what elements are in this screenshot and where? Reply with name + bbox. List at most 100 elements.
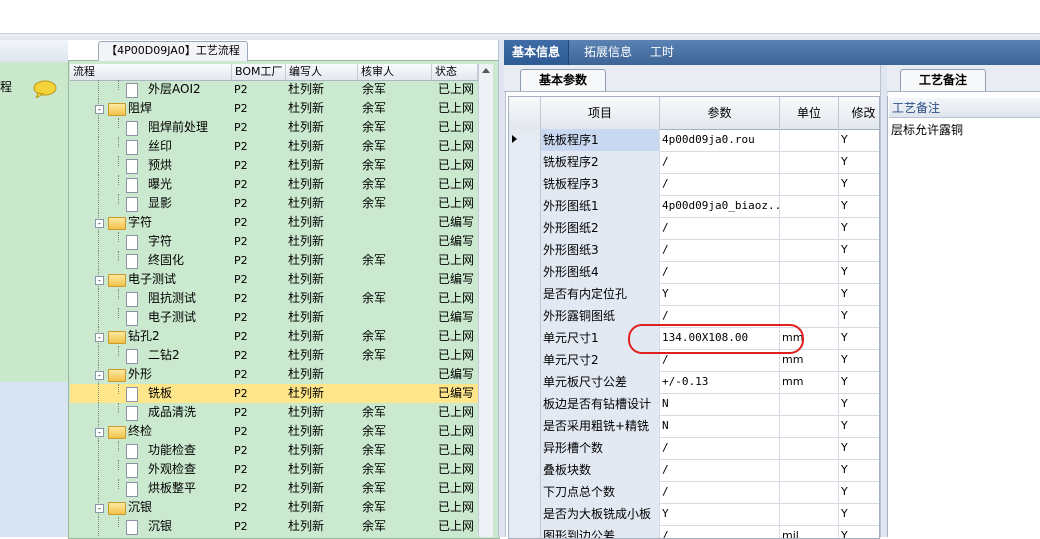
col-bom[interactable]: BOM工厂 [232,64,286,80]
collapse-toggle-icon[interactable]: - [95,276,104,285]
param-row[interactable]: 板边是否有钻槽设计 N Y [509,393,879,416]
param-value[interactable]: / [660,437,780,459]
collapse-toggle-icon[interactable]: - [95,105,104,114]
param-unit[interactable] [780,173,839,195]
col-status[interactable]: 状态 [432,64,478,80]
col-item[interactable]: 项目 [541,97,660,129]
panel-splitter[interactable] [498,40,506,537]
tree-row[interactable]: - 电子测试 P2 杜列新 已编写 [70,270,478,289]
tab-process-remarks[interactable]: 工艺备注 [900,69,986,91]
param-modifiable[interactable]: Y [839,349,879,371]
col-param[interactable]: 参数 [660,97,780,129]
tree-row[interactable]: 阻抗测试 P2 杜列新 余军 已上网 [70,289,478,308]
tab-basic-params[interactable]: 基本参数 [520,69,606,91]
remark-text[interactable]: 层标允许露铜 [891,121,963,138]
tree-row[interactable]: 丝印 P2 杜列新 余军 已上网 [70,137,478,156]
collapse-toggle-icon[interactable]: - [95,219,104,228]
param-modifiable[interactable]: Y [839,481,879,503]
row-indicator[interactable] [509,173,541,195]
param-row[interactable]: 外形图纸1 4p00d09ja0_biaoz... Y [509,195,879,218]
param-unit[interactable] [780,481,839,503]
param-row[interactable]: 是否为大板铣成小板 Y Y [509,503,879,526]
tab-basic-info[interactable]: 基本信息 [504,40,570,65]
param-unit[interactable] [780,261,839,283]
param-value[interactable]: / [660,459,780,481]
row-indicator[interactable] [509,415,541,437]
tree-row[interactable]: 显影 P2 杜列新 余军 已上网 [70,194,478,213]
param-value[interactable]: Y [660,503,780,525]
process-scrollbar[interactable] [478,64,493,537]
param-unit[interactable]: mm [780,371,839,393]
param-row[interactable]: 铣板程序2/ Y [509,151,879,174]
tree-row[interactable]: - 终检 P2 杜列新 余军 已上网 [70,422,478,441]
tree-row[interactable]: 烘板整平 P2 杜列新 余军 已上网 [70,479,478,498]
tree-row[interactable]: 曝光 P2 杜列新 余军 已上网 [70,175,478,194]
param-row[interactable]: 是否有内定位孔 Y Y [509,283,879,306]
param-value[interactable]: N [660,393,780,415]
param-modifiable[interactable]: Y [839,129,879,151]
param-row[interactable]: 是否采用粗铣+精铣 N Y [509,415,879,438]
collapse-toggle-icon[interactable]: - [95,333,104,342]
col-flow[interactable]: 流程 [70,64,232,80]
param-value[interactable]: / [660,217,780,239]
row-indicator[interactable] [509,393,541,415]
row-indicator[interactable] [509,305,541,327]
tree-row[interactable]: 成品清洗 P2 杜列新 余军 已上网 [70,403,478,422]
param-value[interactable]: 4p00d09ja0.rou [660,129,780,151]
param-row[interactable]: 外形图纸3/ Y [509,239,879,262]
param-value[interactable]: / [660,173,780,195]
param-unit[interactable] [780,459,839,481]
row-indicator[interactable] [509,195,541,217]
param-value[interactable]: / [660,481,780,503]
process-tab[interactable]: 【4P00D09JA0】工艺流程 [98,41,248,61]
col-unit[interactable]: 单位 [780,97,839,129]
param-value[interactable]: / [660,261,780,283]
param-unit[interactable] [780,283,839,305]
tree-row[interactable]: 外层AOI2 P2 杜列新 余军 已上网 [70,80,478,99]
param-value[interactable]: +/-0.13 [660,371,780,393]
param-row[interactable]: 铣板程序3/ Y [509,173,879,196]
row-indicator[interactable] [509,327,541,349]
tree-row[interactable]: 外观检查 P2 杜列新 余军 已上网 [70,460,478,479]
tree-row[interactable]: 电子测试 P2 杜列新 已编写 [70,308,478,327]
param-row[interactable]: 单元板尺寸公差 +/-0.13 mm Y [509,371,879,394]
tree-row[interactable]: 沉银 P2 杜列新 余军 已上网 [70,517,478,536]
param-value[interactable]: / [660,151,780,173]
param-modifiable[interactable]: Y [839,459,879,481]
param-value[interactable]: Y [660,283,780,305]
param-modifiable[interactable]: Y [839,151,879,173]
param-modifiable[interactable]: Y [839,283,879,305]
param-modifiable[interactable]: Y [839,239,879,261]
tree-row[interactable]: - 钻孔2 P2 杜列新 余军 已上网 [70,327,478,346]
tree-row[interactable]: 字符 P2 杜列新 已编写 [70,232,478,251]
param-unit[interactable] [780,437,839,459]
tab-work-hours[interactable]: 工时 [642,40,682,65]
param-row[interactable]: 下刀点总个数 / Y [509,481,879,504]
param-unit[interactable] [780,151,839,173]
param-unit[interactable] [780,217,839,239]
tree-row[interactable]: - 外形 P2 杜列新 已编写 [70,365,478,384]
param-modifiable[interactable]: Y [839,305,879,327]
row-indicator[interactable] [509,151,541,173]
param-value[interactable]: / [660,239,780,261]
param-value[interactable]: N [660,415,780,437]
tree-row[interactable]: 功能检查 P2 杜列新 余军 已上网 [70,441,478,460]
param-modifiable[interactable]: Y [839,261,879,283]
col-reviewer[interactable]: 核审人 [358,64,432,80]
param-modifiable[interactable]: Y [839,503,879,525]
row-indicator[interactable] [509,239,541,261]
param-modifiable[interactable]: Y [839,195,879,217]
param-unit[interactable] [780,129,839,151]
param-modifiable[interactable]: Y [839,437,879,459]
param-unit[interactable] [780,239,839,261]
row-indicator[interactable] [509,481,541,503]
param-row[interactable]: 铣板程序1 4p00d09ja0.rou Y [509,129,879,152]
param-unit[interactable] [780,503,839,525]
row-indicator[interactable] [509,217,541,239]
param-modifiable[interactable]: Y [839,415,879,437]
param-row[interactable]: 外形图纸2/ Y [509,217,879,240]
tab-extend-info[interactable]: 拓展信息 [576,40,640,65]
collapse-toggle-icon[interactable]: - [95,504,104,513]
collapse-toggle-icon[interactable]: - [95,428,104,437]
row-indicator[interactable] [509,349,541,371]
